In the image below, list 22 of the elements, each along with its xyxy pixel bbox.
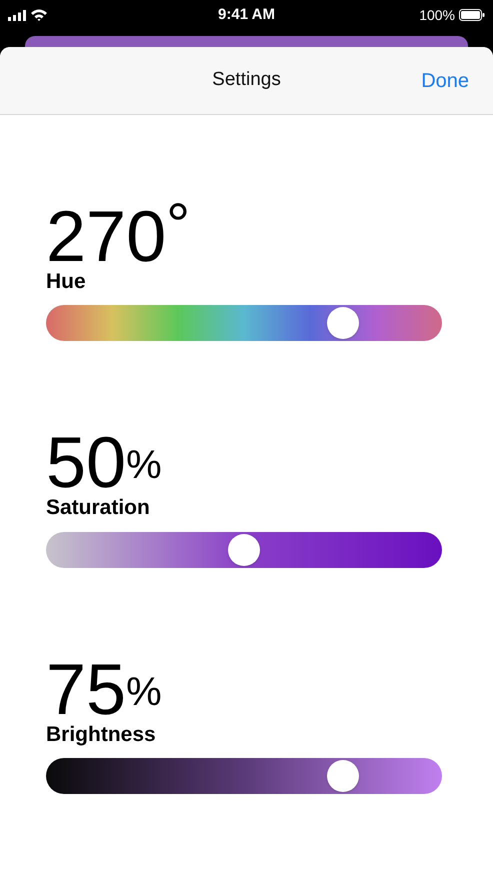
signal-icon: [8, 10, 26, 20]
slider-label: Saturation: [46, 495, 151, 522]
status-time: 9:41 AM: [218, 4, 275, 25]
unit-label: °: [166, 195, 190, 255]
done-button[interactable]: Done: [421, 66, 469, 96]
unit-label: %: [126, 445, 162, 486]
slider-track[interactable]: [46, 532, 442, 568]
slider-track[interactable]: [46, 305, 442, 342]
battery-percentage: 100%: [419, 6, 455, 24]
slider-thumb[interactable]: [327, 307, 359, 340]
battery-icon: [459, 9, 485, 21]
value-readout: 50: [46, 427, 126, 490]
slider-label: Brightness: [46, 722, 157, 748]
value-readout: 75: [46, 654, 126, 716]
slider-label: Hue: [46, 269, 87, 295]
unit-label: %: [126, 672, 162, 712]
slider-thumb[interactable]: [327, 760, 359, 792]
slider-track[interactable]: [46, 758, 442, 794]
value-readout: 270: [46, 201, 166, 263]
sheet-title: Settings: [212, 68, 281, 92]
wifi-icon: [31, 9, 47, 21]
slider-thumb[interactable]: [228, 534, 260, 566]
